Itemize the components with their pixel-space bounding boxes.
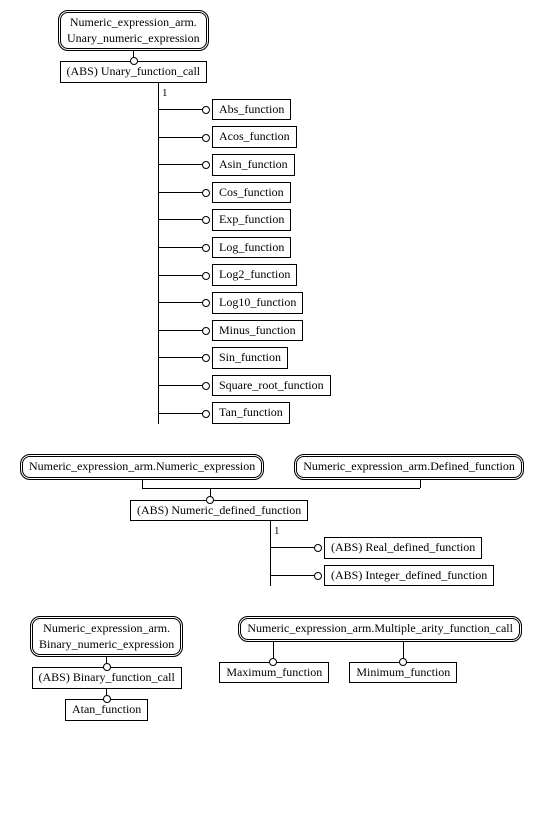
hline-icon (158, 109, 206, 110)
node-label: Cos_function (219, 185, 284, 199)
branch: Minus_function (158, 320, 331, 342)
parent-defined-function: Numeric_expression_arm.Defined_function (294, 454, 524, 480)
node-label: Abs_function (219, 102, 284, 116)
node-label: Numeric_expression_arm.Defined_function (303, 459, 515, 473)
parent-numeric-expression: Numeric_expression_arm.Numeric_expressio… (20, 454, 264, 480)
leaf-asin-function: Asin_function (212, 154, 295, 176)
section-unary: Numeric_expression_arm. Unary_numeric_ex… (10, 10, 547, 434)
hline-icon (158, 219, 206, 220)
leaf-tan-function: Tan_function (212, 402, 290, 424)
branch: Log10_function (158, 292, 331, 314)
leaf-log-function: Log_function (212, 237, 291, 259)
section-numeric-defined: Numeric_expression_arm.Numeric_expressio… (10, 454, 547, 596)
node-label: Numeric_expression_arm.Multiple_arity_fu… (247, 621, 513, 635)
branch: Abs_function (158, 99, 331, 121)
leaf-log2-function: Log2_function (212, 264, 297, 286)
node-label: Log2_function (219, 267, 290, 281)
branch: Cos_function (158, 182, 331, 204)
hline-icon (158, 357, 206, 358)
leaf-minus-function: Minus_function (212, 320, 303, 342)
cardinality-one: 1 (162, 87, 168, 99)
node-label: Square_root_function (219, 378, 324, 392)
hline-icon (270, 547, 318, 548)
hline-icon (158, 137, 206, 138)
root-multiple-arity: Numeric_expression_arm.Multiple_arity_fu… (238, 616, 522, 642)
leaf-exp-function: Exp_function (212, 209, 291, 231)
branch: Tan_function (158, 402, 331, 424)
node-label: Atan_function (72, 702, 141, 716)
leaf--abs--integer-defined-function: (ABS) Integer_defined_function (324, 565, 494, 587)
section-binary: Numeric_expression_arm. Binary_numeric_e… (30, 616, 183, 720)
root-label: Numeric_expression_arm. Unary_numeric_ex… (67, 15, 200, 45)
node-label: Minimum_function (356, 665, 450, 679)
node-label: Acos_function (219, 129, 290, 143)
node-label: (ABS) Real_defined_function (331, 540, 475, 554)
vline-icon (420, 480, 421, 488)
node-label: (ABS) Unary_function_call (67, 64, 201, 78)
connector-icon (106, 689, 107, 699)
node-label: Asin_function (219, 157, 288, 171)
hline-icon (158, 413, 206, 414)
node-label: Minus_function (219, 323, 296, 337)
leaf-acos-function: Acos_function (212, 126, 297, 148)
vline-icon (270, 521, 271, 531)
hline-icon (158, 385, 206, 386)
node-label: Maximum_function (226, 665, 322, 679)
root-binary-expression: Numeric_expression_arm. Binary_numeric_e… (30, 616, 183, 657)
cardinality-one: 1 (274, 525, 280, 537)
section-multiple-arity: Numeric_expression_arm.Multiple_arity_fu… (213, 616, 547, 683)
hline-icon (142, 488, 420, 489)
node-label: (ABS) Numeric_defined_function (137, 503, 301, 517)
branch: Exp_function (158, 209, 331, 231)
hline-icon (158, 302, 206, 303)
hline-icon (158, 164, 206, 165)
node-label: Log_function (219, 240, 284, 254)
vline-icon (158, 83, 159, 93)
node-label: Exp_function (219, 212, 284, 226)
branch: Asin_function (158, 154, 331, 176)
leaf-sin-function: Sin_function (212, 347, 288, 369)
hline-icon (158, 247, 206, 248)
node-label: (ABS) Integer_defined_function (331, 568, 487, 582)
branch: Square_root_function (158, 375, 331, 397)
hline-icon (158, 330, 206, 331)
node-label: Sin_function (219, 350, 281, 364)
leaf-log10-function: Log10_function (212, 292, 303, 314)
hline-icon (270, 575, 318, 576)
vline-icon (142, 480, 143, 488)
branch: (ABS) Integer_defined_function (270, 565, 494, 587)
root-unary-expression: Numeric_expression_arm. Unary_numeric_ex… (58, 10, 209, 51)
node-label: (ABS) Binary_function_call (39, 670, 175, 684)
leaf-cos-function: Cos_function (212, 182, 291, 204)
node-label: Tan_function (219, 405, 283, 419)
branch: Sin_function (158, 347, 331, 369)
branch: Acos_function (158, 126, 331, 148)
hline-icon (158, 275, 206, 276)
node-label: Numeric_expression_arm. Binary_numeric_e… (39, 621, 174, 651)
numeric-defined-function: (ABS) Numeric_defined_function (130, 500, 308, 522)
connector-icon (106, 657, 107, 667)
leaf-abs-function: Abs_function (212, 99, 291, 121)
port-icon (206, 496, 214, 504)
branch: Log2_function (158, 264, 331, 286)
node-label: Numeric_expression_arm.Numeric_expressio… (29, 459, 255, 473)
leaf--abs--real-defined-function: (ABS) Real_defined_function (324, 537, 482, 559)
branch: (ABS) Real_defined_function (270, 537, 494, 559)
node-label: Log10_function (219, 295, 296, 309)
leaf-square-root-function: Square_root_function (212, 375, 331, 397)
branch: Log_function (158, 237, 331, 259)
connector-icon (133, 51, 134, 61)
hline-icon (158, 192, 206, 193)
